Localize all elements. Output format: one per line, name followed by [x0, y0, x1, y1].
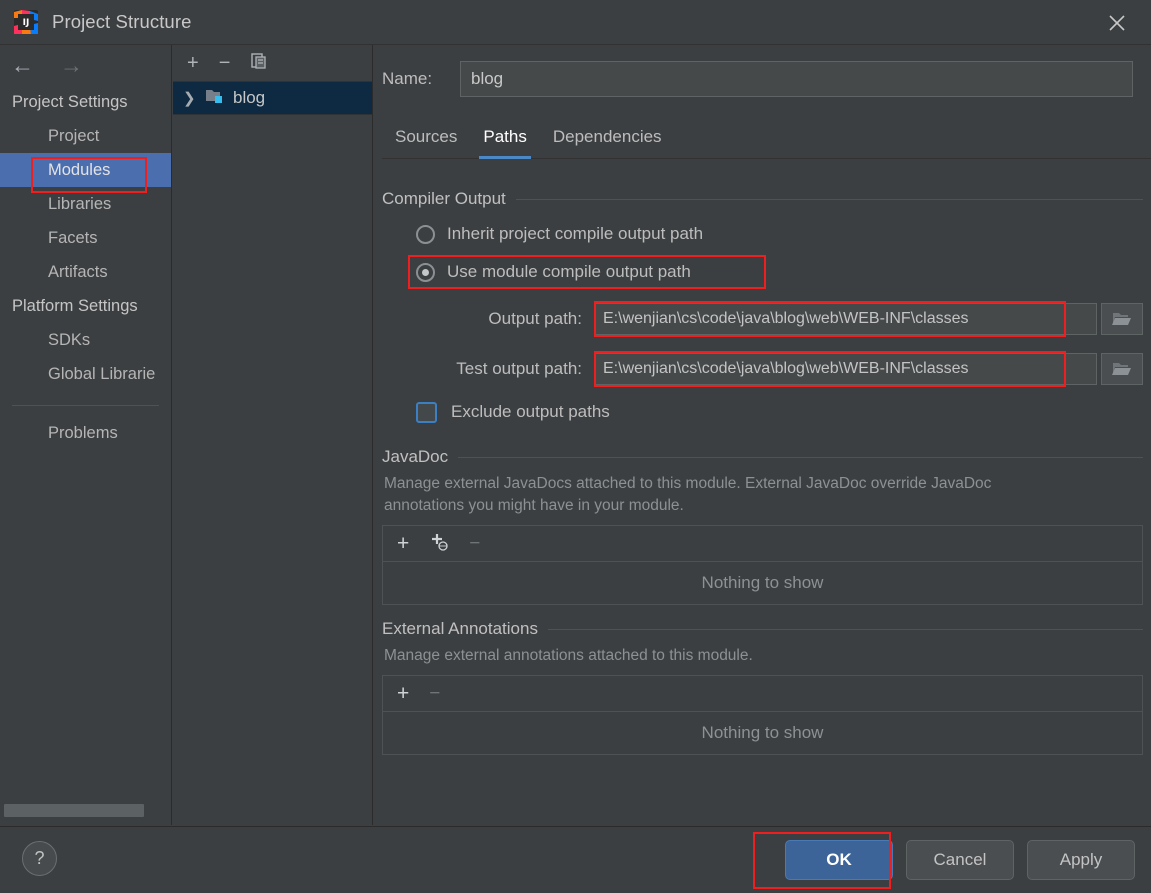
external-annotations-description: Manage external annotations attached to … [384, 647, 753, 664]
folder-open-icon[interactable] [1101, 303, 1143, 335]
plus-globe-icon[interactable] [429, 532, 449, 556]
module-name-label: blog [233, 88, 266, 107]
tab-paths[interactable]: Paths [470, 127, 539, 159]
section-divider-line [547, 628, 1143, 630]
plus-icon[interactable]: + [397, 533, 409, 554]
javadoc-toolbar: + − [382, 525, 1143, 561]
module-toolbar: + − [173, 45, 372, 81]
output-path-input[interactable]: E:\wenjian\cs\code\java\blog\web\WEB-INF… [594, 303, 1097, 335]
radio-button-unchecked-icon[interactable] [416, 224, 435, 244]
sidebar-horizontal-scrollbar[interactable] [4, 804, 144, 817]
minus-icon[interactable]: − [429, 684, 440, 703]
external-annotations-section-header: External Annotations [382, 619, 1143, 639]
tab-sources[interactable]: Sources [382, 127, 470, 158]
window-title: Project Structure [52, 11, 192, 32]
sidebar-item-global-libraries[interactable]: Global Librarie [0, 357, 171, 391]
plus-icon[interactable]: + [187, 53, 199, 73]
radio-inherit-label: Inherit project compile output path [447, 224, 704, 243]
javadoc-title: JavaDoc [382, 447, 449, 466]
javadoc-empty-text: Nothing to show [701, 573, 824, 592]
sidebar-item-problems[interactable]: Problems [0, 416, 171, 450]
radio-use-module-output[interactable]: Use module compile output path [382, 253, 1143, 291]
sidebar-divider [12, 405, 159, 406]
sidebar-group-project-settings: Project Settings [12, 93, 128, 111]
radio-use-module-label: Use module compile output path [447, 262, 691, 281]
sidebar-item-project[interactable]: Project [0, 119, 171, 153]
module-list-panel: + − ❯ blog [173, 45, 373, 825]
ok-button[interactable]: OK [785, 840, 893, 880]
compiler-output-section-header: Compiler Output [382, 189, 1143, 209]
module-editor-panel: Name: blog Sources Paths Dependencies Co… [374, 45, 1151, 825]
javadoc-description: Manage external JavaDocs attached to thi… [384, 475, 992, 514]
apply-button[interactable]: Apply [1027, 840, 1135, 880]
intellij-idea-logo-icon: IJ [13, 9, 39, 35]
settings-sidebar: ← → Project Settings Project Modules Lib… [0, 45, 172, 825]
module-name-input[interactable]: blog [460, 61, 1133, 97]
output-path-row: Output path: E:\wenjian\cs\code\java\blo… [382, 297, 1143, 341]
module-tabs: Sources Paths Dependencies [382, 119, 1151, 159]
tab-dependencies[interactable]: Dependencies [540, 127, 675, 158]
module-name-row: Name: blog [374, 45, 1151, 97]
external-annotations-empty-list: Nothing to show [382, 711, 1143, 755]
minus-icon[interactable]: − [469, 534, 480, 553]
radio-inherit-project-output[interactable]: Inherit project compile output path [382, 215, 1143, 253]
sidebar-nav-arrows: ← → [0, 45, 171, 85]
test-output-path-row: Test output path: E:\wenjian\cs\code\jav… [382, 347, 1143, 391]
sidebar-group-platform-settings: Platform Settings [12, 297, 138, 315]
project-structure-dialog: IJ Project Structure ← → Project Setting… [0, 0, 1151, 893]
folder-open-icon[interactable] [1101, 353, 1143, 385]
sidebar-item-modules[interactable]: Modules [0, 153, 171, 187]
section-divider-line [458, 456, 1143, 458]
javadoc-empty-list: Nothing to show [382, 561, 1143, 605]
arrow-right-icon[interactable]: → [60, 53, 83, 77]
section-divider-line [515, 198, 1143, 200]
radio-button-checked-icon[interactable] [416, 262, 435, 282]
dialog-button-group: OK Cancel Apply [785, 840, 1135, 880]
copy-icon[interactable] [250, 52, 268, 74]
cancel-button[interactable]: Cancel [906, 840, 1014, 880]
external-annotations-title: External Annotations [382, 619, 538, 638]
javadoc-section-header: JavaDoc [382, 447, 1143, 467]
plus-icon[interactable]: + [397, 683, 409, 704]
compiler-output-title: Compiler Output [382, 189, 506, 208]
paths-tab-content: Compiler Output Inherit project compile … [374, 175, 1151, 825]
module-folder-icon [205, 87, 225, 109]
help-button[interactable]: ? [22, 841, 57, 876]
svg-text:IJ: IJ [23, 18, 30, 28]
close-icon[interactable] [1101, 7, 1133, 39]
minus-icon[interactable]: − [219, 53, 231, 73]
exclude-output-paths-row[interactable]: Exclude output paths [382, 391, 1143, 433]
module-tree-row-blog[interactable]: ❯ blog [173, 81, 372, 115]
checkbox-unchecked-icon[interactable] [416, 401, 437, 423]
output-path-label: Output path: [488, 309, 582, 328]
exclude-output-paths-label: Exclude output paths [451, 402, 610, 421]
test-output-path-label: Test output path: [456, 359, 582, 378]
sidebar-item-sdks[interactable]: SDKs [0, 323, 171, 357]
sidebar-item-artifacts[interactable]: Artifacts [0, 255, 171, 289]
dialog-footer: ? OK Cancel Apply [0, 826, 1151, 893]
external-annotations-toolbar: + − [382, 675, 1143, 711]
name-label: Name: [382, 69, 433, 88]
arrow-left-icon[interactable]: ← [11, 53, 34, 77]
title-bar: IJ Project Structure [0, 0, 1151, 45]
external-annotations-empty-text: Nothing to show [701, 723, 824, 742]
test-output-path-input[interactable]: E:\wenjian\cs\code\java\blog\web\WEB-INF… [594, 353, 1097, 385]
chevron-right-icon[interactable]: ❯ [183, 89, 197, 107]
sidebar-item-facets[interactable]: Facets [0, 221, 171, 255]
sidebar-item-libraries[interactable]: Libraries [0, 187, 171, 221]
